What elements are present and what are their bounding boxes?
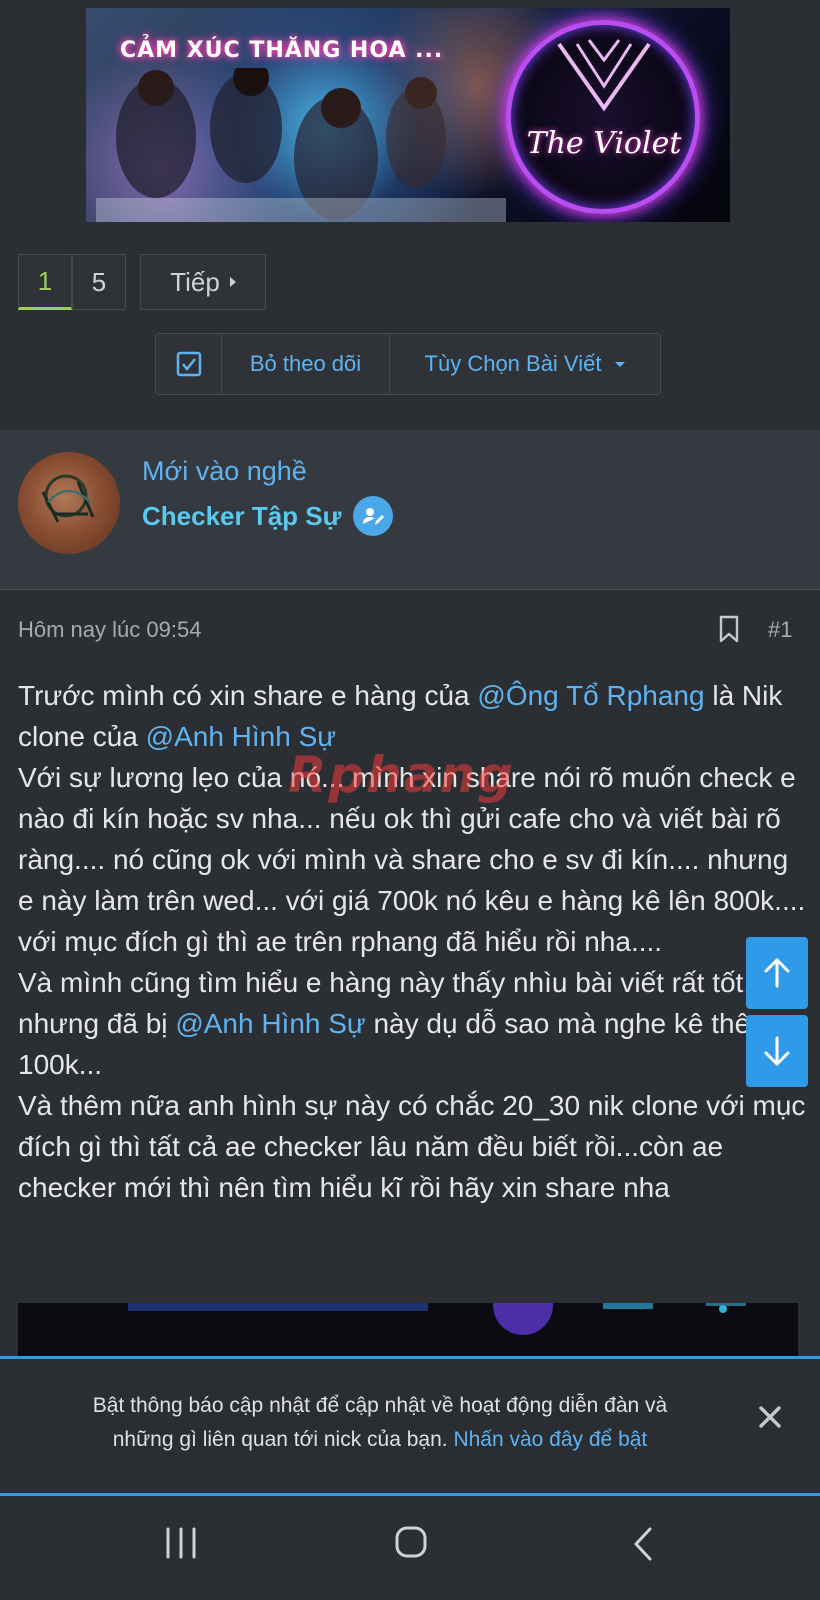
page-5-button[interactable]: 5 (72, 254, 126, 310)
system-navigation-bar (0, 1496, 820, 1600)
arrow-down-icon (764, 1036, 790, 1066)
violet-logo-icon (557, 39, 651, 112)
checkbox-icon (176, 351, 201, 377)
site-watermark: Rphang (288, 746, 516, 804)
post-paragraph-4: Và thêm nữa anh hình sự này có chắc 20_3… (18, 1090, 806, 1203)
banner-tagline: CẢM XÚC THĂNG HOA ... (120, 38, 444, 63)
next-page-button[interactable]: Tiếp (140, 254, 266, 310)
post: Hôm nay lúc 09:54 #1 Trước mình có xin s… (0, 591, 820, 1363)
post-author-bar: Mới vào nghề Checker Tập Sự (0, 430, 820, 590)
notification-message: Bật thông báo cập nhật để cập nhật về ho… (60, 1389, 700, 1457)
unfollow-button[interactable]: Bỏ theo dõi (222, 334, 390, 394)
scroll-to-top-button[interactable] (746, 937, 808, 1009)
select-thread-checkbox[interactable] (156, 334, 222, 394)
avatar-image (41, 474, 95, 523)
post-attachment-image[interactable] (18, 1303, 798, 1363)
back-icon[interactable] (632, 1526, 654, 1562)
arrow-up-icon (764, 958, 790, 988)
banner-brand-name: The Violet (526, 126, 682, 161)
post-timestamp[interactable]: Hôm nay lúc 09:54 (18, 617, 201, 643)
user-role: Checker Tập Sự (142, 496, 394, 536)
post-paragraph-1: Trước mình có xin share e hàng của @Ông … (18, 675, 808, 757)
post-options-dropdown[interactable]: Tùy Chọn Bài Viết (390, 334, 660, 394)
enable-notifications-link[interactable]: Nhấn vào đây để bật (453, 1428, 647, 1451)
post-number-link[interactable]: #1 (768, 617, 792, 643)
scroll-to-bottom-button[interactable] (746, 1015, 808, 1087)
post-paragraph-3: Và mình cũng tìm hiểu e hàng này thấy nh… (18, 962, 808, 1085)
page-1-button[interactable]: 1 (18, 254, 72, 310)
chevron-right-icon (229, 277, 236, 287)
post-text: Trước mình có xin share e hàng của (18, 680, 478, 711)
post-options-label: Tùy Chọn Bài Viết (424, 351, 602, 376)
mention-link[interactable]: @Ông Tổ Rphang (477, 680, 704, 711)
user-role-label: Checker Tập Sự (142, 500, 342, 531)
thread-actions: Bỏ theo dõi Tùy Chọn Bài Viết (155, 333, 661, 395)
mention-link[interactable]: @Anh Hình Sự (175, 1008, 365, 1039)
avatar[interactable] (18, 452, 120, 554)
push-notification-banner: Bật thông báo cập nhật để cập nhật về ho… (0, 1356, 820, 1496)
advertisement-banner[interactable]: CẢM XÚC THĂNG HOA ... The Violet (86, 8, 730, 222)
attachment-preview (128, 1303, 746, 1335)
caret-down-icon (615, 361, 626, 367)
thread-header-area: CẢM XÚC THĂNG HOA ... The Violet 1 5 Tiế… (0, 0, 820, 428)
bookmark-icon[interactable] (718, 615, 740, 643)
pagination: 1 5 Tiếp (18, 254, 266, 310)
home-icon[interactable] (394, 1524, 428, 1560)
banner-photo (96, 68, 506, 222)
user-title[interactable]: Mới vào nghề (142, 456, 307, 487)
recent-apps-icon[interactable] (164, 1526, 198, 1560)
user-edit-badge-icon (353, 496, 394, 536)
close-icon[interactable] (756, 1403, 784, 1431)
next-page-label: Tiếp (170, 266, 220, 297)
